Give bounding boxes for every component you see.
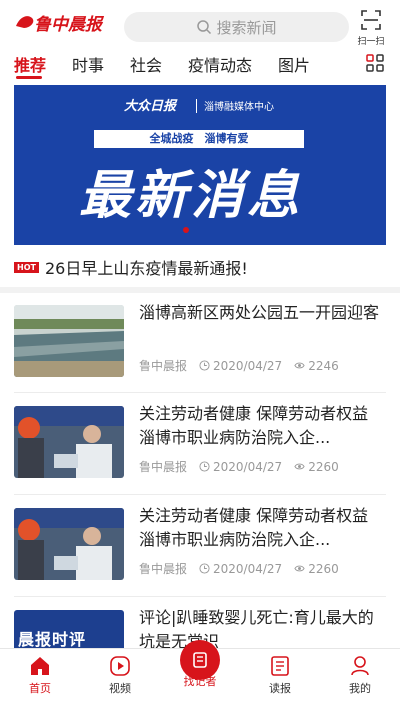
- nav-newspaper-label: 读报: [269, 682, 291, 695]
- home-icon: [31, 657, 49, 675]
- news-item[interactable]: 淄博高新区两处公园五一开园迎客 鲁中晨报 2020/04/27 2246: [14, 297, 386, 397]
- news-source: 鲁中晨报: [139, 562, 188, 576]
- news-item[interactable]: 关注劳动者健康 保障劳动者权益 淄博市职业病防治院入企... 鲁中晨报 2020…: [14, 398, 386, 498]
- news-source: 鲁中晨报: [139, 359, 188, 373]
- nav-mine[interactable]: 我的: [330, 655, 390, 696]
- search-input[interactable]: 搜索新闻: [124, 12, 349, 42]
- news-date: 2020/04/27: [213, 459, 283, 474]
- news-title: 关注劳动者健康 保障劳动者权益 淄博市职业病防治院入企...: [139, 506, 369, 549]
- nav-home[interactable]: 首页: [10, 655, 70, 696]
- news-item[interactable]: 关注劳动者健康 保障劳动者权益 淄博市职业病防治院入企... 鲁中晨报 2020…: [14, 500, 386, 600]
- headline-banner[interactable]: 大众日报 淄博融媒体中心 全城战疫 淄博有爱 最新消息: [14, 85, 386, 245]
- news-date: 2020/04/27: [213, 561, 283, 576]
- tab-recommend[interactable]: 推荐: [14, 52, 46, 76]
- row-divider: [14, 494, 386, 495]
- tab-epidemic[interactable]: 疫情动态: [188, 52, 252, 76]
- eye-icon: [294, 565, 305, 572]
- news-views: 2246: [308, 358, 339, 373]
- search-placeholder: 搜索新闻: [216, 18, 277, 37]
- section-separator: [0, 287, 400, 293]
- tab-society[interactable]: 社会: [130, 52, 162, 76]
- news-thumbnail: [14, 508, 124, 580]
- news-meta: 鲁中晨报 2020/04/27 2260: [139, 560, 384, 577]
- row-divider: [14, 392, 386, 393]
- eye-icon: [294, 463, 305, 470]
- reporter-icon: [193, 652, 207, 668]
- more-categories-icon[interactable]: [366, 54, 384, 72]
- banner-brand-sub: 淄博融媒体中心: [204, 102, 274, 113]
- news-title: 关注劳动者健康 保障劳动者权益 淄博市职业病防治院入企...: [139, 404, 369, 447]
- top-bar: 鲁中晨报 搜索新闻 扫一扫: [0, 0, 400, 47]
- tab-current-affairs[interactable]: 时事: [72, 52, 104, 76]
- video-icon: [110, 656, 130, 676]
- news-title: 评论|趴睡致婴儿死亡:育儿最大的坑是无常识: [139, 608, 374, 648]
- hot-news[interactable]: HOT 26日早上山东疫情最新通报!: [14, 254, 386, 280]
- clock-icon: [199, 461, 210, 472]
- news-meta: 鲁中晨报 2020/04/27 2246: [139, 357, 384, 374]
- clock-icon: [199, 563, 210, 574]
- news-source: 鲁中晨报: [139, 460, 188, 474]
- active-tab-indicator: [16, 76, 42, 79]
- newspaper-icon: [271, 656, 289, 676]
- news-views: 2260: [308, 561, 339, 576]
- eye-icon: [294, 362, 305, 369]
- news-thumbnail: [14, 406, 124, 478]
- banner-headline: 最新消息: [79, 166, 304, 226]
- news-meta: 鲁中晨报 2020/04/27 2260: [139, 458, 384, 475]
- search-icon: [197, 20, 212, 35]
- news-thumbnail: [14, 305, 124, 377]
- svg-text:鲁中晨报: 鲁中晨报: [34, 15, 105, 35]
- hot-news-text: 26日早上山东疫情最新通报!: [44, 259, 248, 278]
- thumb-caption: 晨报时评: [18, 630, 87, 648]
- nav-home-label: 首页: [29, 682, 51, 695]
- app-logo: 鲁中晨报: [12, 8, 122, 38]
- news-views: 2260: [308, 459, 339, 474]
- nav-mine-label: 我的: [349, 682, 371, 695]
- news-date: 2020/04/27: [213, 358, 283, 373]
- clock-icon: [199, 360, 210, 371]
- find-reporter-button[interactable]: [180, 640, 220, 680]
- category-tabs: 推荐 时事 社会 疫情动态 图片: [0, 46, 400, 80]
- carousel-indicator: [183, 227, 189, 233]
- nav-video-label: 视频: [109, 682, 131, 695]
- scan-button[interactable]: 扫一扫: [354, 10, 388, 47]
- banner-slogan: 全城战疫 淄博有爱: [94, 130, 304, 148]
- scan-icon: [361, 10, 381, 30]
- nav-video[interactable]: 视频: [90, 655, 150, 696]
- banner-brand: 大众日报: [124, 99, 177, 114]
- user-icon: [351, 656, 369, 676]
- banner-divider: [196, 99, 197, 113]
- news-thumbnail: 晨报时评: [14, 610, 124, 648]
- nav-newspaper[interactable]: 读报: [250, 655, 310, 696]
- tab-pictures[interactable]: 图片: [278, 52, 310, 76]
- row-divider: [14, 596, 386, 597]
- news-title: 淄博高新区两处公园五一开园迎客: [139, 303, 380, 322]
- hot-badge: HOT: [14, 261, 39, 273]
